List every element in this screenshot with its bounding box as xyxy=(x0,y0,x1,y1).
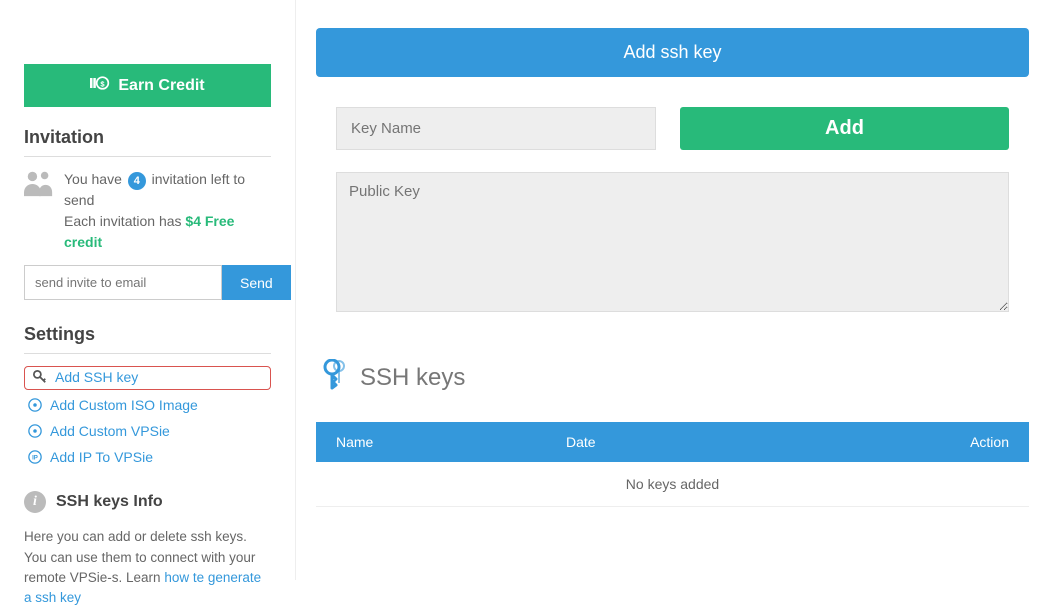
settings-list: Add SSH key Add Custom ISO Image Add Cus… xyxy=(24,366,271,471)
invite-count-badge: 4 xyxy=(128,172,146,190)
earn-credit-button[interactable]: $ Earn Credit xyxy=(24,64,271,107)
settings-link-add-ip[interactable]: IP Add IP To VPSie xyxy=(28,449,153,465)
people-icon xyxy=(24,169,54,197)
ssh-keys-table-header: Name Date Action xyxy=(316,422,1029,462)
info-body: Here you can add or delete ssh keys. You… xyxy=(24,527,271,608)
settings-link-add-vpsie[interactable]: Add Custom VPSie xyxy=(28,423,170,439)
key-name-input[interactable] xyxy=(336,107,656,150)
invite-line2-prefix: Each invitation has xyxy=(64,213,182,229)
ssh-keys-heading-label: SSH keys xyxy=(360,364,465,392)
settings-item-add-vpsie: Add Custom VPSie xyxy=(24,419,271,445)
settings-link-add-iso[interactable]: Add Custom ISO Image xyxy=(28,397,198,413)
col-name: Name xyxy=(336,434,566,450)
invite-form: Send xyxy=(24,265,271,300)
col-date: Date xyxy=(566,434,889,450)
key-icon xyxy=(33,370,47,384)
ssh-keys-heading: SSH keys xyxy=(322,359,1029,396)
col-action: Action xyxy=(889,434,1009,450)
invite-email-input[interactable] xyxy=(24,265,222,300)
settings-label: Add IP To VPSie xyxy=(50,449,153,465)
ip-icon: IP xyxy=(28,450,42,464)
svg-text:IP: IP xyxy=(32,455,38,462)
settings-label: Add Custom ISO Image xyxy=(50,397,198,413)
invite-prefix: You have xyxy=(64,171,122,187)
send-button[interactable]: Send xyxy=(222,265,291,300)
settings-label: Add Custom VPSie xyxy=(50,423,170,439)
money-icon: $ xyxy=(90,76,110,95)
svg-text:$: $ xyxy=(101,79,106,88)
info-icon: i xyxy=(24,491,46,513)
info-heading: SSH keys Info xyxy=(56,493,163,511)
keys-icon xyxy=(322,359,348,396)
settings-link-add-ssh-key[interactable]: Add SSH key xyxy=(33,369,138,385)
main-panel: Add ssh key Add SSH keys Name Date Actio… xyxy=(296,0,1063,580)
settings-heading: Settings xyxy=(24,324,271,354)
invitation-info: You have 4 invitation left to send Each … xyxy=(24,169,271,253)
info-heading-row: i SSH keys Info xyxy=(24,491,271,513)
add-button[interactable]: Add xyxy=(680,107,1009,150)
settings-item-add-ip: IP Add IP To VPSie xyxy=(24,445,271,471)
settings-item-add-ssh-key: Add SSH key xyxy=(24,366,271,390)
add-ssh-form: Add xyxy=(316,107,1029,339)
public-key-textarea[interactable] xyxy=(336,172,1009,312)
invitation-heading: Invitation xyxy=(24,127,271,157)
disc-icon xyxy=(28,424,42,438)
panel-title: Add ssh key xyxy=(316,28,1029,77)
settings-item-add-iso: Add Custom ISO Image xyxy=(24,393,271,419)
empty-keys-row: No keys added xyxy=(316,462,1029,507)
disc-icon xyxy=(28,398,42,412)
settings-label: Add SSH key xyxy=(55,369,138,385)
sidebar: $ Earn Credit Invitation You have 4 invi… xyxy=(0,0,296,580)
earn-credit-label: Earn Credit xyxy=(118,77,204,95)
